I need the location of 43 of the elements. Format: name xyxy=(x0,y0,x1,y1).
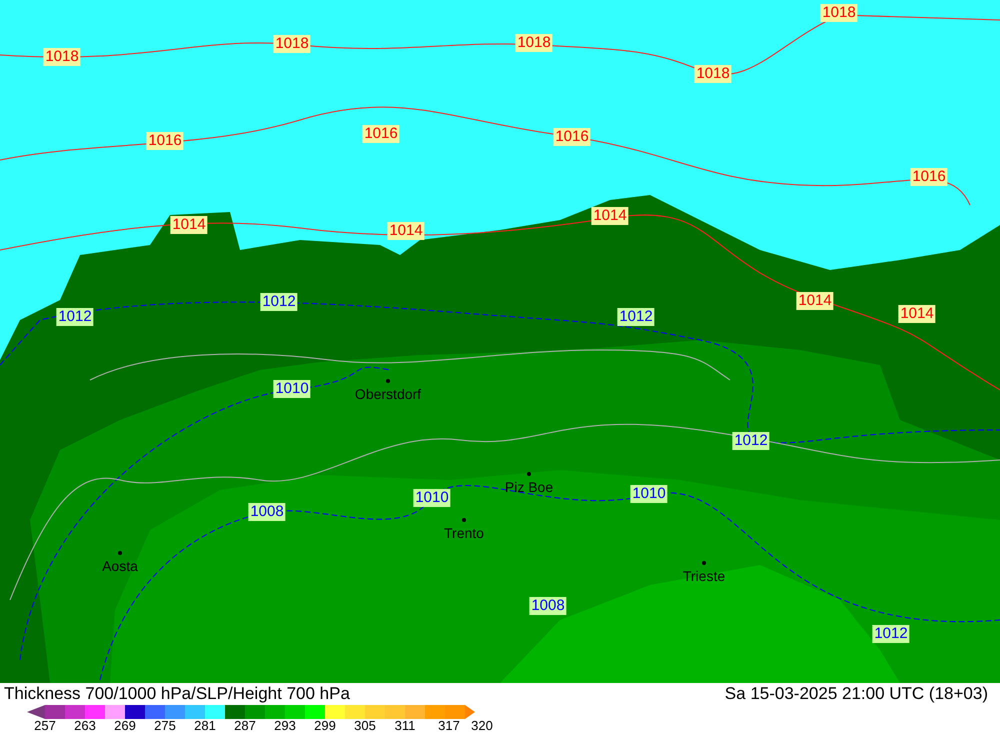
legend-tick-label: 317 xyxy=(438,719,460,733)
isobar-label: 1018 xyxy=(273,35,311,53)
isobar-label: 1010 xyxy=(273,380,311,398)
isobar-label: 1018 xyxy=(694,65,732,83)
isobar-label: 1010 xyxy=(630,485,668,503)
city-label: Oberstdorf xyxy=(354,386,422,402)
isobar-label: 1012 xyxy=(260,293,298,311)
legend-tick-label: 269 xyxy=(114,719,136,733)
legend-tick-label: 275 xyxy=(154,719,176,733)
legend-tick-label: 299 xyxy=(314,719,336,733)
isobar-label: 1018 xyxy=(820,4,858,22)
legend-tick-label: 257 xyxy=(34,719,56,733)
isobar-label: 1016 xyxy=(362,125,400,143)
isobar-label: 1012 xyxy=(732,432,770,450)
isobar-label: 1014 xyxy=(170,216,208,234)
isobar-label: 1012 xyxy=(617,308,655,326)
isobar-label: 1014 xyxy=(796,292,834,310)
legend-tick-label: 287 xyxy=(234,719,256,733)
isobar-label: 1018 xyxy=(43,48,81,66)
isobar-label: 1014 xyxy=(898,305,936,323)
isobar-label: 1012 xyxy=(872,625,910,643)
map-title: Thickness 700/1000 hPa/SLP/Height 700 hPa xyxy=(4,683,350,706)
isobar-label: 1018 xyxy=(515,34,553,52)
isobar-label: 1012 xyxy=(56,308,94,326)
isobar-label: 1014 xyxy=(387,222,425,240)
legend-tick-label: 281 xyxy=(194,719,216,733)
legend-tick-label: 320 xyxy=(471,719,493,733)
isobar-label: 1010 xyxy=(413,489,451,507)
city-label: Trento xyxy=(444,525,484,541)
isobar-label: 1008 xyxy=(248,503,286,521)
city-label: Trieste xyxy=(682,568,726,584)
legend-tick-label: 293 xyxy=(274,719,296,733)
isobar-label: 1014 xyxy=(591,207,629,225)
city-label: Piz Boe xyxy=(504,479,554,495)
valid-time: Sa 15-03-2025 21:00 UTC (18+03) xyxy=(724,683,988,706)
legend-tick-label: 305 xyxy=(354,719,376,733)
isobar-label: 1016 xyxy=(553,128,591,146)
city-label: Aosta xyxy=(102,558,138,574)
legend-tick-label: 263 xyxy=(74,719,96,733)
isobar-label: 1008 xyxy=(529,597,567,615)
legend-tick-label: 311 xyxy=(394,719,416,733)
isobar-label: 1016 xyxy=(146,132,184,150)
isobar-label: 1016 xyxy=(910,168,948,186)
